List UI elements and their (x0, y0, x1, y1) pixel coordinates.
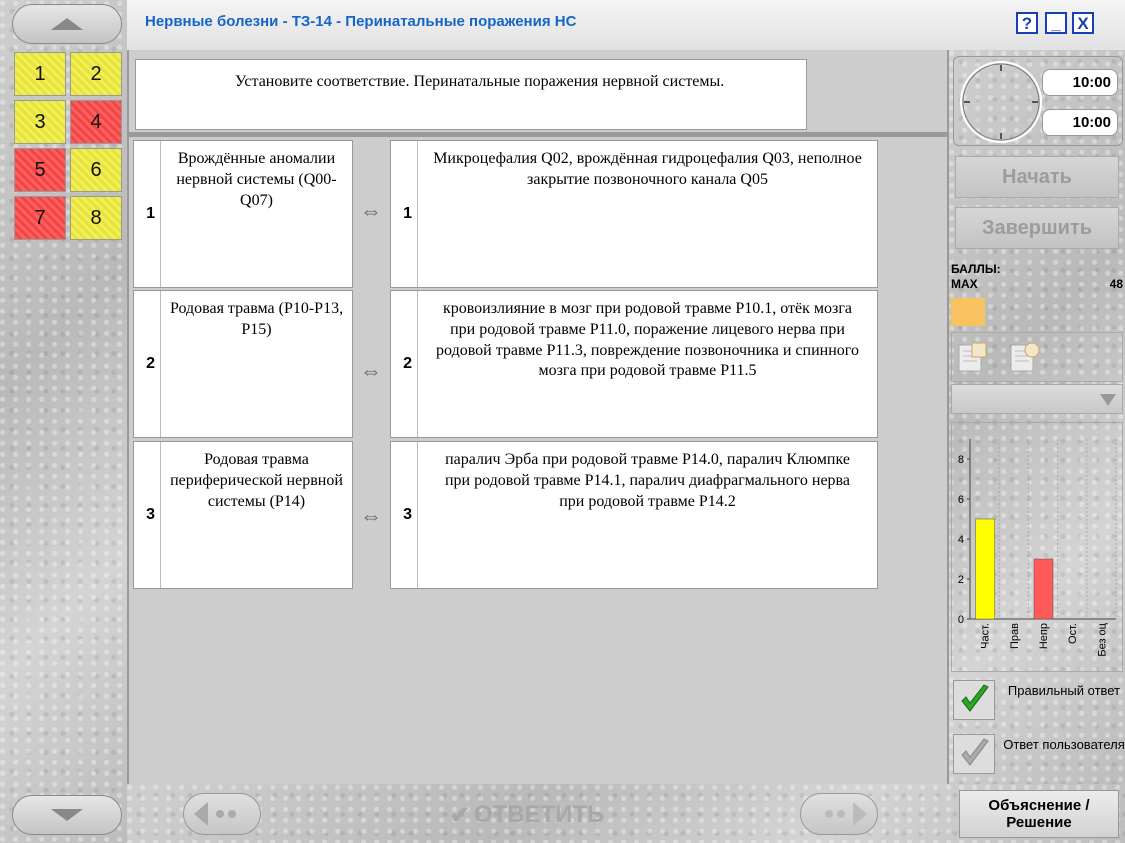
question-button-4[interactable]: 4 (70, 100, 122, 144)
y-tick-label: 8 (958, 454, 964, 466)
right-item-number: 1 (391, 141, 418, 287)
y-tick-label: 2 (958, 574, 964, 586)
x-tick-label: Непр (1038, 623, 1050, 649)
match-arrow-icon: ⇔ (360, 198, 382, 223)
left-item-text: Родовая травма периферической нервной си… (170, 451, 343, 510)
window-title: Нервные болезни - ТЗ-14 - Перинатальные … (145, 13, 577, 30)
right-item-1[interactable]: 1 Микроцефалия Q02, врождённая гидроцефа… (390, 140, 878, 288)
next-button[interactable] (800, 793, 878, 835)
dropdown[interactable] (951, 384, 1123, 414)
right-item-number: 3 (391, 442, 418, 588)
answer-button[interactable]: ✔ ОТВЕТИТЬ (417, 796, 637, 834)
results-chart: 0 2 4 6 8 Част. Прав Непр Ост. Без оц (958, 439, 1117, 657)
x-tick-label: Прав (1009, 623, 1021, 649)
question-button-3[interactable]: 3 (14, 100, 66, 144)
left-item-2[interactable]: 2 Родовая травма (P10-P13, P15) (133, 290, 353, 438)
left-item-1[interactable]: 1 Врождённые аномалии нервной системы (Q… (133, 140, 353, 288)
right-item-text: Микроцефалия Q02, врождённая гидроцефали… (433, 150, 862, 188)
x-tick-label: Ост. (1067, 623, 1079, 644)
time-limit: 10:00 (1042, 69, 1118, 96)
gray-check-icon (961, 738, 989, 766)
green-check-icon (961, 684, 989, 712)
question-button-8[interactable]: 8 (70, 196, 122, 240)
right-item-3[interactable]: 3 паралич Эрба при родовой травме P14.0,… (390, 441, 878, 589)
title-bar: Нервные болезни - ТЗ-14 - Перинатальные … (127, 0, 1125, 50)
question-navigator: 12345678 (0, 0, 127, 843)
x-tick-label: Част. (980, 623, 992, 649)
right-item-2[interactable]: 2 кровоизлияние в мозг при родовой травм… (390, 290, 878, 438)
close-button[interactable]: X (1072, 12, 1094, 34)
question-button-5[interactable]: 5 (14, 148, 66, 192)
bar-Непр (1033, 558, 1054, 620)
y-tick-label: 0 (958, 614, 964, 626)
back-arrow-icon (194, 802, 236, 826)
score-progress (951, 298, 1123, 326)
match-arrow-icon: ⇔ (360, 503, 382, 528)
question-text: Установите соответствие. Перинатальные п… (135, 59, 807, 130)
info-icon[interactable] (1008, 341, 1042, 375)
explanation-button[interactable]: Объяснение / Решение (959, 790, 1119, 838)
left-item-number: 1 (134, 141, 161, 287)
time-remaining: 10:00 (1042, 109, 1118, 136)
chevron-down-icon (1100, 394, 1116, 406)
max-score: 48 (1109, 277, 1123, 291)
answer-label: ОТВЕТИТЬ (473, 801, 605, 828)
left-item-number: 2 (134, 291, 161, 437)
divider (129, 132, 949, 137)
scroll-up-button[interactable] (12, 4, 122, 44)
document-icon[interactable] (956, 341, 990, 375)
arrow-up-icon (51, 18, 83, 30)
results-chart-panel: 0 2 4 6 8 Част. Прав Непр Ост. Без оц (951, 422, 1123, 672)
x-tick-label: Без оц (1096, 622, 1108, 656)
start-button[interactable]: Начать (955, 156, 1119, 198)
question-button-2[interactable]: 2 (70, 52, 122, 96)
bar-Част. (975, 518, 995, 620)
y-tick-label: 6 (958, 494, 964, 506)
finish-button[interactable]: Завершить (955, 207, 1119, 249)
right-item-text: паралич Эрба при родовой травме P14.0, п… (444, 451, 850, 510)
question-button-6[interactable]: 6 (70, 148, 122, 192)
left-item-text: Врождённые аномалии нервной системы (Q00… (176, 150, 337, 209)
question-button-1[interactable]: 1 (14, 52, 66, 96)
left-item-3[interactable]: 3 Родовая травма периферической нервной … (133, 441, 353, 589)
clock-icon (960, 61, 1042, 143)
score-title: БАЛЛЫ: (951, 262, 1001, 276)
tools-row (951, 332, 1123, 382)
max-label: MAX (951, 277, 978, 291)
right-item-text: кровоизлияние в мозг при родовой травме … (436, 300, 859, 380)
help-button[interactable]: ? (1016, 12, 1038, 34)
scroll-down-button[interactable] (12, 795, 122, 835)
left-item-number: 3 (134, 442, 161, 588)
task-area: Установите соответствие. Перинатальные п… (127, 50, 949, 784)
timer-panel: 10:00 10:00 (953, 56, 1123, 146)
user-answer-label: Ответ пользователя (1003, 737, 1125, 752)
match-arrow-icon: ⇔ (360, 358, 382, 383)
right-item-number: 2 (391, 291, 418, 437)
side-panel: 10:00 10:00 Начать Завершить БАЛЛЫ: MAX … (947, 50, 1125, 784)
y-tick-label: 4 (958, 534, 964, 546)
left-item-text: Родовая травма (P10-P13, P15) (169, 300, 344, 338)
forward-arrow-icon (825, 802, 867, 826)
arrow-down-icon (51, 809, 83, 821)
correct-answer-toggle[interactable] (953, 680, 995, 720)
minimize-button[interactable]: _ (1045, 12, 1067, 34)
correct-answer-label: Правильный ответ (1007, 683, 1121, 698)
bottom-bar: ✔ ОТВЕТИТЬ Объяснение / Решение (127, 784, 1125, 843)
check-icon: ✔ (449, 801, 470, 829)
previous-button[interactable] (183, 793, 261, 835)
score-progress-fill (951, 298, 986, 326)
question-button-7[interactable]: 7 (14, 196, 66, 240)
user-answer-toggle[interactable] (953, 734, 995, 774)
